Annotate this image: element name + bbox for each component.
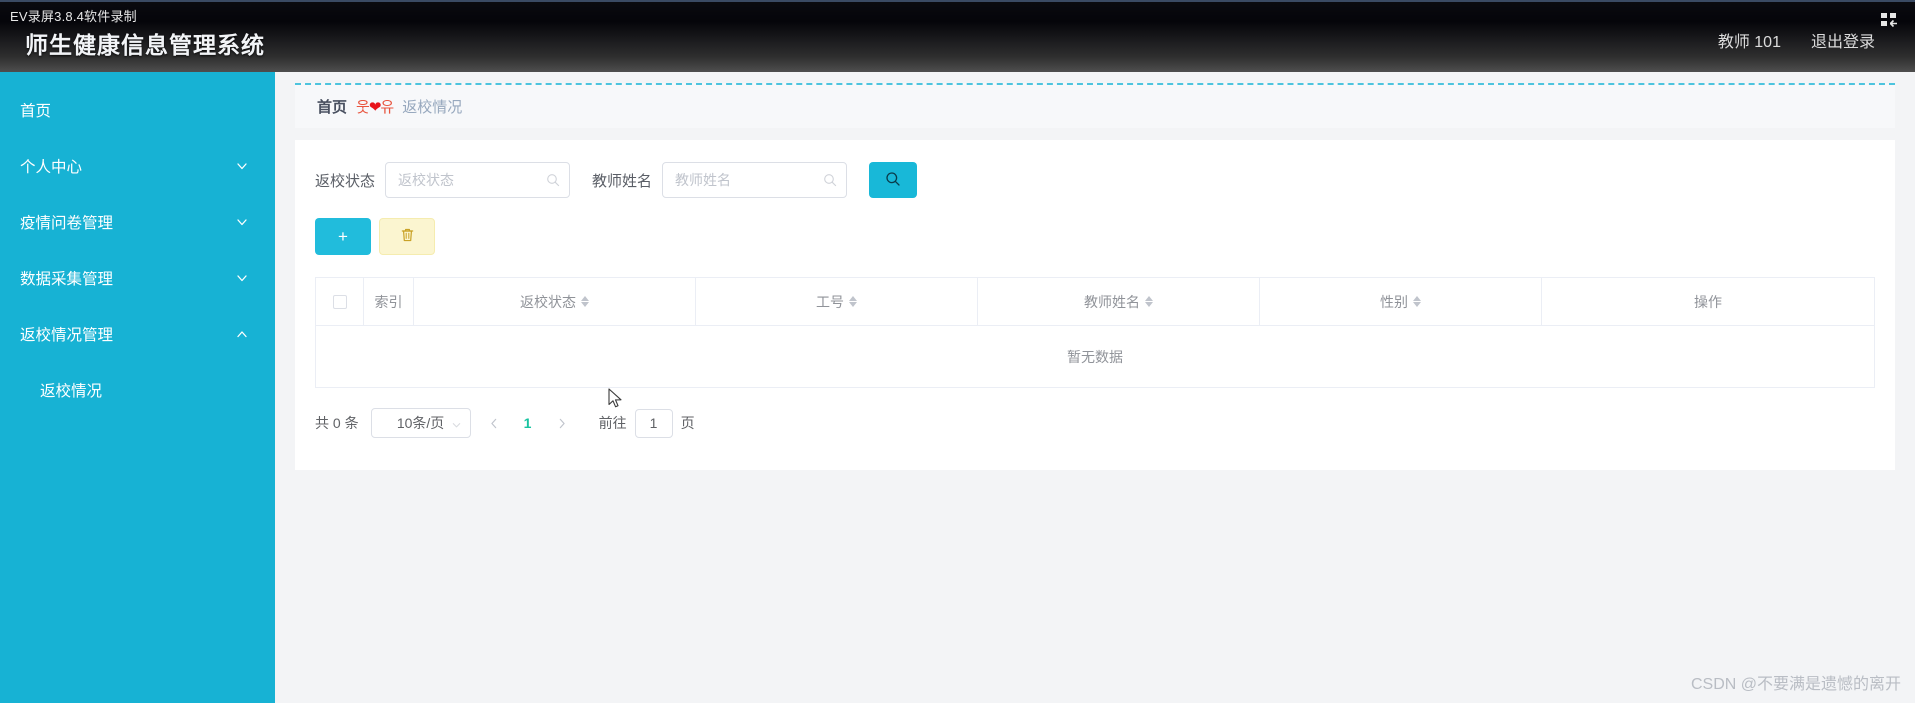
column-header-action: 操作 <box>1542 278 1874 325</box>
teacher-name-field-label: 教师姓名 <box>592 172 653 190</box>
delete-button[interactable] <box>379 218 435 255</box>
search-icon <box>823 173 837 187</box>
sidebar-item-home[interactable]: 首页 <box>0 82 275 138</box>
column-header-teacher-name[interactable]: 教师姓名 <box>978 278 1260 325</box>
application-window: EV录屏3.8.4软件录制 师生健康信息管理系统 教师 101 退出登录 首页 … <box>0 0 1915 703</box>
status-input[interactable] <box>398 163 542 197</box>
sidebar-item-return-school-management[interactable]: 返校情况管理 <box>0 306 275 362</box>
jump-page-input[interactable] <box>634 408 673 438</box>
sort-icon[interactable] <box>849 296 857 307</box>
main-content: 首页 웃❤유 返校情况 返校状态 教师姓名 <box>275 72 1915 703</box>
breadcrumb-current[interactable]: 返校情况 <box>402 96 462 117</box>
table-header-row: 索引 返校状态 工号 教师姓名 性别 操作 <box>316 278 1874 326</box>
page-size-select[interactable]: 10条/页 <box>370 408 471 438</box>
data-table: 索引 返校状态 工号 教师姓名 性别 操作 暂无数据 <box>315 277 1875 388</box>
column-header-status[interactable]: 返校状态 <box>414 278 696 325</box>
sort-icon[interactable] <box>1145 296 1153 307</box>
recorder-label: EV录屏3.8.4软件录制 <box>10 9 137 24</box>
sidebar-item-personal-center[interactable]: 个人中心 <box>0 138 275 194</box>
status-field[interactable] <box>385 162 571 198</box>
search-form: 返校状态 教师姓名 <box>315 162 1875 198</box>
watermark: CSDN @不要满是遗憾的离开 <box>1690 676 1901 693</box>
select-all-cell <box>316 278 364 325</box>
column-label: 返校状态 <box>520 293 576 310</box>
header-actions: 教师 101 退出登录 <box>1718 28 1875 52</box>
next-page-button[interactable] <box>551 410 573 436</box>
breadcrumb-home[interactable]: 首页 <box>317 96 347 117</box>
breadcrumb: 首页 웃❤유 返校情况 <box>295 83 1895 128</box>
jump-suffix-label: 页 <box>680 415 695 431</box>
sidebar-item-label: 返校情况 <box>40 383 103 400</box>
sidebar-item-label: 首页 <box>20 103 52 120</box>
chevron-down-icon <box>235 215 249 229</box>
plus-icon: + <box>338 226 348 246</box>
column-label: 性别 <box>1380 293 1408 310</box>
table-toolbar: + <box>315 218 1875 255</box>
pagination-total: 共 0 条 <box>315 415 359 431</box>
column-label: 操作 <box>1694 293 1722 310</box>
column-label: 教师姓名 <box>1084 293 1140 310</box>
sidebar-item-label: 疫情问卷管理 <box>20 215 114 232</box>
sidebar-item-label: 数据采集管理 <box>20 271 114 288</box>
trash-icon <box>400 227 415 247</box>
column-header-jobno[interactable]: 工号 <box>696 278 978 325</box>
sidebar-item-return-school[interactable]: 返校情况 <box>0 362 275 418</box>
chevron-down-icon <box>235 159 249 173</box>
pagination: 共 0 条 10条/页 1 前往 页 <box>315 408 1875 438</box>
sort-icon[interactable] <box>1413 296 1421 307</box>
search-icon <box>885 171 901 190</box>
logout-button[interactable]: 退出登录 <box>1811 28 1875 52</box>
jump-prefix-label: 前往 <box>598 415 627 431</box>
sort-icon[interactable] <box>581 296 589 307</box>
sidebar-item-data-collection[interactable]: 数据采集管理 <box>0 250 275 306</box>
page-jumper: 前往 页 <box>598 408 695 438</box>
breadcrumb-separator-icon: 웃❤유 <box>356 99 394 116</box>
prev-page-button[interactable] <box>483 410 505 436</box>
title-bar: EV录屏3.8.4软件录制 师生健康信息管理系统 教师 101 退出登录 <box>0 0 1915 72</box>
table-empty-state: 暂无数据 <box>316 326 1874 388</box>
content-card: 返校状态 教师姓名 <box>295 140 1895 470</box>
status-field-label: 返校状态 <box>315 172 376 190</box>
column-header-gender[interactable]: 性别 <box>1260 278 1542 325</box>
chevron-down-icon <box>235 271 249 285</box>
page-size-value: 10条/页 <box>396 415 445 431</box>
sidebar-item-label: 返校情况管理 <box>20 327 114 344</box>
page-title: 师生健康信息管理系统 <box>25 32 265 58</box>
column-label: 工号 <box>816 293 844 310</box>
current-user-label: 教师 101 <box>1717 34 1781 51</box>
window-restore-icon[interactable] <box>1877 10 1903 32</box>
chevron-down-icon <box>451 418 462 429</box>
search-icon <box>546 173 560 187</box>
teacher-name-input[interactable] <box>675 163 819 197</box>
sidebar-item-epidemic-questionnaire[interactable]: 疫情问卷管理 <box>0 194 275 250</box>
add-button[interactable]: + <box>315 218 371 255</box>
select-all-checkbox[interactable] <box>332 294 347 309</box>
chevron-up-icon <box>235 327 249 341</box>
search-button[interactable] <box>869 162 918 198</box>
column-header-index: 索引 <box>364 278 414 325</box>
column-label: 索引 <box>374 293 403 310</box>
sidebar: 首页 个人中心 疫情问卷管理 数据采集管理 返校情况管理 返校情况 <box>0 72 275 703</box>
mouse-cursor <box>608 388 624 410</box>
teacher-name-field[interactable] <box>662 162 848 198</box>
sidebar-item-label: 个人中心 <box>20 159 83 176</box>
page-number-1[interactable]: 1 <box>517 415 539 431</box>
